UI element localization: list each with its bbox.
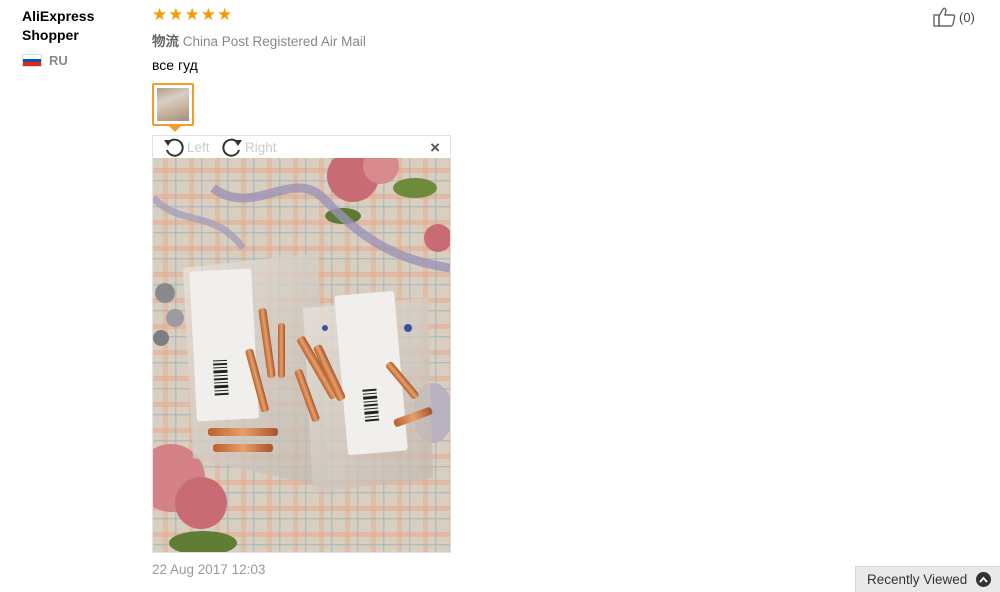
rotate-right-button[interactable]: Right bbox=[221, 137, 277, 157]
star-icon: ★ bbox=[200, 5, 216, 24]
rating-stars: ★ ★ ★ ★ ★ bbox=[152, 6, 232, 24]
logistics-info: 物流 China Post Registered Air Mail bbox=[152, 30, 366, 50]
review-photo-thumbnail[interactable] bbox=[152, 83, 194, 126]
rotate-left-icon bbox=[164, 138, 184, 157]
viewer-toolbar: Left Right × bbox=[153, 136, 450, 158]
russia-flag-icon bbox=[22, 54, 42, 67]
close-viewer-button[interactable]: × bbox=[430, 138, 440, 158]
review-photo bbox=[153, 158, 450, 552]
thumbnail-pointer bbox=[169, 126, 181, 132]
country-code: RU bbox=[49, 53, 68, 68]
thumbs-up-icon bbox=[933, 7, 956, 27]
helpful-button[interactable]: (0) bbox=[932, 6, 975, 28]
rotate-right-icon bbox=[222, 138, 242, 157]
helpful-count: (0) bbox=[959, 9, 975, 25]
review-date: 22 Aug 2017 12:03 bbox=[152, 562, 266, 577]
recently-viewed-label: Recently Viewed bbox=[867, 572, 968, 587]
rotate-left-button[interactable]: Left bbox=[163, 137, 210, 157]
star-icon: ★ bbox=[168, 5, 184, 24]
review-photo-image bbox=[153, 158, 450, 552]
star-icon: ★ bbox=[184, 5, 200, 24]
image-viewer: Left Right × bbox=[152, 135, 451, 553]
rotate-left-label: Left bbox=[187, 139, 210, 155]
rotate-right-label: Right bbox=[245, 139, 277, 155]
reviewer-name: AliExpress Shopper bbox=[22, 8, 95, 43]
review-text: все гуд bbox=[152, 57, 198, 73]
star-icon: ★ bbox=[217, 5, 233, 24]
reviewer-info: AliExpress Shopper RU bbox=[22, 7, 132, 68]
star-icon: ★ bbox=[152, 5, 168, 24]
recently-viewed-tab[interactable]: Recently Viewed bbox=[855, 566, 1000, 592]
chevron-up-icon bbox=[976, 572, 992, 587]
reviewer-country: RU bbox=[22, 53, 132, 68]
logistics-value: China Post Registered Air Mail bbox=[182, 34, 366, 49]
logistics-label: 物流 bbox=[152, 34, 179, 49]
thumbnail-image bbox=[157, 88, 189, 121]
